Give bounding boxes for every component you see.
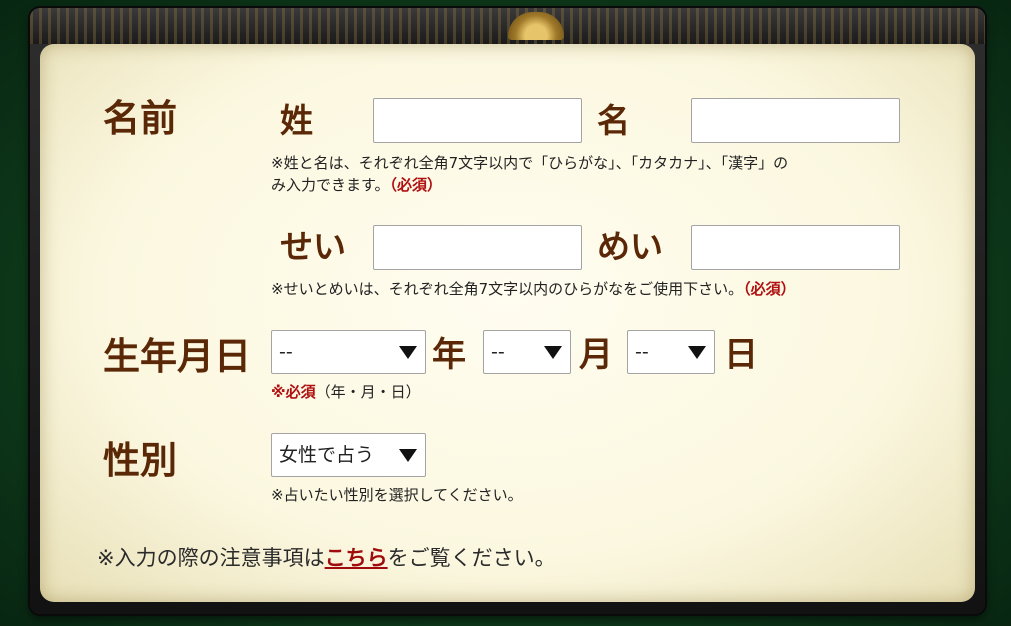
footer-prefix: ※入力の際の注意事項は	[97, 546, 325, 570]
name-required: （必須）	[389, 176, 443, 194]
mei-input[interactable]	[691, 98, 900, 143]
kana-note: ※せいとめいは、それぞれ全角7文字以内のひらがなをご使用下さい。（必須）	[271, 278, 951, 300]
birthday-note-text: （年・月・日）	[315, 383, 421, 401]
chevron-down-icon	[399, 346, 417, 359]
day-unit: 日	[724, 335, 758, 375]
gender-note: ※占いたい性別を選択してください。	[271, 486, 523, 504]
kana-mei-input[interactable]	[691, 225, 900, 270]
name-section-label: 名前	[103, 96, 177, 140]
gender-section-label: 性別	[103, 438, 177, 482]
sei-input[interactable]	[373, 98, 582, 143]
kana-required: （必須）	[743, 280, 796, 298]
chevron-down-icon	[399, 449, 417, 462]
frame-ornament	[30, 8, 985, 44]
year-unit: 年	[432, 335, 466, 375]
form-panel: 名前 姓 名 ※姓と名は、それぞれ全角7文字以内で「ひらがな」、「カタカナ」、「…	[40, 44, 975, 602]
month-select-value: --	[491, 341, 505, 363]
chevron-down-icon	[688, 346, 706, 359]
kana-sei-input[interactable]	[373, 225, 582, 270]
footer-suffix: をご覧ください。	[387, 546, 556, 570]
sei-label: 姓	[280, 101, 313, 140]
month-unit: 月	[579, 335, 613, 375]
kana-sei-label: せい	[280, 227, 346, 266]
mei-label: 名	[597, 101, 630, 140]
day-select-value: --	[635, 341, 649, 363]
notes-link[interactable]: こちら	[325, 546, 388, 570]
kana-note-text: ※せいとめいは、それぞれ全角7文字以内のひらがなをご使用下さい。	[271, 280, 744, 298]
day-select[interactable]: --	[627, 330, 715, 374]
gender-select[interactable]: 女性で占う	[271, 433, 426, 477]
gender-select-value: 女性で占う	[279, 444, 375, 466]
footer-note: ※入力の際の注意事項はこちらをご覧ください。	[97, 542, 556, 572]
birthday-required: ※必須	[271, 383, 316, 401]
kana-mei-label: めい	[597, 227, 663, 266]
birthday-note: ※必須（年・月・日）	[271, 381, 421, 403]
year-select[interactable]: --	[271, 330, 426, 374]
name-note: ※姓と名は、それぞれ全角7文字以内で「ひらがな」、「カタカナ」、「漢字」の み入…	[271, 152, 931, 196]
year-select-value: --	[279, 341, 293, 363]
birthday-section-label: 生年月日	[103, 334, 251, 378]
name-note-line1: ※姓と名は、それぞれ全角7文字以内で「ひらがな」、「カタカナ」、「漢字」の	[271, 154, 789, 172]
name-note-line2: み入力できます。	[271, 176, 390, 194]
month-select[interactable]: --	[483, 330, 571, 374]
chevron-down-icon	[544, 346, 562, 359]
